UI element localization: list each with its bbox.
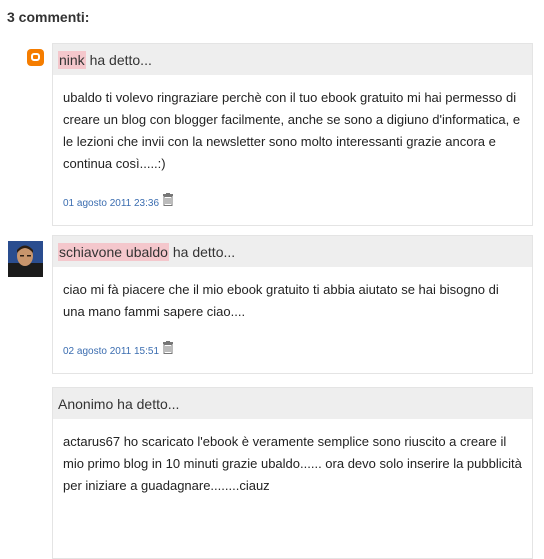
comment-1: nink ha detto... ubaldo ti volevo ringra…	[52, 43, 533, 226]
comment-header: Anonimo ha detto...	[52, 387, 533, 419]
comment-author-link[interactable]: nink	[58, 51, 86, 69]
comment-author-link[interactable]: schiavone ubaldo	[58, 243, 169, 261]
comment-body: ciao mi fà piacere che il mio ebook grat…	[52, 267, 533, 374]
blogger-icon[interactable]	[27, 49, 44, 66]
comment-timestamp-link[interactable]: 01 agosto 2011 23:36	[63, 193, 159, 215]
comment-text: ciao mi fà piacere che il mio ebook grat…	[63, 282, 499, 319]
comment-author: Anonimo	[58, 396, 114, 412]
trash-icon[interactable]	[162, 341, 174, 363]
comment-body: ubaldo ti volevo ringraziare perchè con …	[52, 75, 533, 226]
comment-timestamp-link[interactable]: 02 agosto 2011 15:51	[63, 341, 159, 363]
comment-said-label: ha detto...	[89, 52, 152, 68]
comments-heading: 3 commenti:	[7, 9, 90, 25]
comment-body: actarus67 ho scaricato l'ebook è veramen…	[52, 419, 533, 559]
trash-icon[interactable]	[162, 193, 174, 215]
comment-2: schiavone ubaldo ha detto... ciao mi fà …	[52, 235, 533, 374]
comment-said-label: ha detto...	[117, 396, 180, 412]
comment-text: ubaldo ti volevo ringraziare perchè con …	[63, 90, 521, 171]
comment-meta: 01 agosto 2011 23:36	[63, 175, 522, 225]
comment-header: nink ha detto...	[52, 43, 533, 75]
comment-said-label: ha detto...	[172, 244, 236, 260]
avatar[interactable]	[8, 241, 43, 277]
comment-text: actarus67 ho scaricato l'ebook è veramen…	[63, 434, 522, 493]
comment-meta: 02 agosto 2011 15:51	[63, 323, 522, 373]
comment-header: schiavone ubaldo ha detto...	[52, 235, 533, 267]
comment-3: Anonimo ha detto... actarus67 ho scarica…	[52, 387, 533, 559]
